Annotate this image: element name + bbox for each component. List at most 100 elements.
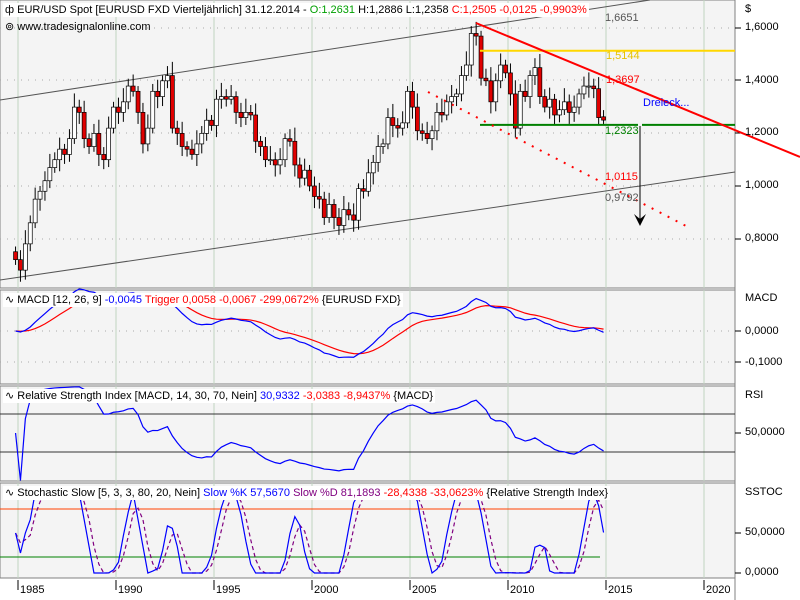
website-link[interactable]: www.tradesignalonline.com <box>17 21 150 33</box>
candle <box>488 80 494 103</box>
candle <box>571 106 577 113</box>
candle <box>238 112 244 118</box>
currency-label: $ <box>745 3 752 15</box>
candle <box>307 169 312 187</box>
macd-source: {EURUSD FXD} <box>321 294 401 306</box>
candle <box>561 101 567 111</box>
trendline-label: 1,3697 <box>606 74 640 86</box>
candle <box>351 214 356 221</box>
stoch-source: {Relative Strength Index} <box>486 487 609 499</box>
resistance-label: 1,5144 <box>606 50 640 62</box>
candle <box>454 93 459 97</box>
candle <box>145 127 151 145</box>
website-credit: ⊚ www.tradesignalonline.com <box>3 20 153 34</box>
candle <box>424 133 430 140</box>
candle <box>498 64 503 82</box>
candle <box>532 67 538 76</box>
candle <box>400 122 405 129</box>
candle <box>155 90 160 97</box>
candle <box>86 138 92 147</box>
indicator-icon: ∿ <box>5 487 15 499</box>
candle <box>243 112 249 118</box>
candle <box>91 133 97 147</box>
price-tick: 1,4000 <box>745 74 779 86</box>
stoch-name: Stochastic Slow [5, 3, 3, 80, 20, Nein] <box>17 487 201 499</box>
year-label: 2015 <box>608 584 633 596</box>
stoch-tick: 50,0000 <box>745 526 785 538</box>
candle <box>419 130 425 134</box>
indicator-icon: ∿ <box>5 390 15 402</box>
stoch-slowd: Slow %D 81,1893 <box>293 487 381 499</box>
candle <box>96 133 102 155</box>
candle <box>336 217 342 226</box>
candle <box>189 148 195 155</box>
candle <box>522 90 528 97</box>
upper-channel-label: 1,6651 <box>605 12 639 24</box>
candle <box>214 98 219 126</box>
support-label: 1,2323 <box>605 125 639 137</box>
candle <box>233 96 239 113</box>
candle <box>18 259 23 271</box>
candle <box>287 138 293 142</box>
candle <box>125 85 131 103</box>
candle <box>120 101 126 113</box>
rsi-tick: 50,0000 <box>745 426 785 438</box>
candle <box>331 204 337 218</box>
stoch-change: -28,4338 -33,0623% <box>383 487 484 499</box>
candle <box>37 190 43 200</box>
candle <box>42 180 48 192</box>
rsi-name: Relative Strength Index [MACD, 14, 30, 7… <box>17 390 257 402</box>
candle <box>508 72 513 95</box>
candle <box>140 112 146 145</box>
candle <box>601 116 606 121</box>
pattern-label[interactable]: Dreieck... <box>643 97 689 110</box>
macd-value: -0,0045 <box>104 294 143 306</box>
candle <box>366 172 371 192</box>
year-label: 1985 <box>20 584 45 596</box>
candle <box>174 127 180 134</box>
candle <box>459 75 464 95</box>
candle <box>165 75 170 82</box>
candle <box>13 251 18 260</box>
candle <box>116 106 121 113</box>
candle <box>160 80 165 97</box>
macd-panel-header: ∿ MACD [12, 26, 9] -0,0045 Trigger 0,005… <box>3 293 403 307</box>
candle <box>429 130 435 140</box>
candle <box>67 138 72 155</box>
candle-icon: ф <box>5 4 15 16</box>
candle <box>493 80 499 103</box>
candle <box>106 127 112 161</box>
candle <box>209 119 214 126</box>
candle <box>576 93 582 108</box>
candle <box>473 33 479 37</box>
candle <box>356 188 361 221</box>
candle <box>464 64 469 76</box>
stoch-axis-title: SSTOC <box>745 486 783 498</box>
close-change: C:1,2505 -0,0125 -0,9903% <box>451 4 587 16</box>
candle <box>194 143 200 155</box>
candle <box>361 188 366 192</box>
indicator-icon: ∿ <box>5 294 15 306</box>
candle <box>415 106 420 132</box>
candle <box>586 85 592 88</box>
candle <box>62 148 67 155</box>
candle <box>199 133 205 145</box>
rsi-value: 30,9332 <box>260 390 300 402</box>
candle <box>468 33 474 66</box>
candle <box>439 112 445 116</box>
candle <box>52 159 58 168</box>
candle <box>581 85 587 95</box>
candle <box>512 93 518 129</box>
candle <box>292 140 298 166</box>
candle <box>223 96 229 100</box>
candle <box>542 96 548 108</box>
year-label: 2005 <box>412 584 437 596</box>
candle <box>282 138 288 161</box>
candle <box>385 117 391 145</box>
candle <box>71 106 77 140</box>
candle <box>321 198 327 218</box>
candle <box>184 146 190 150</box>
candle <box>57 148 63 161</box>
candle <box>135 90 141 113</box>
candle <box>552 98 557 116</box>
